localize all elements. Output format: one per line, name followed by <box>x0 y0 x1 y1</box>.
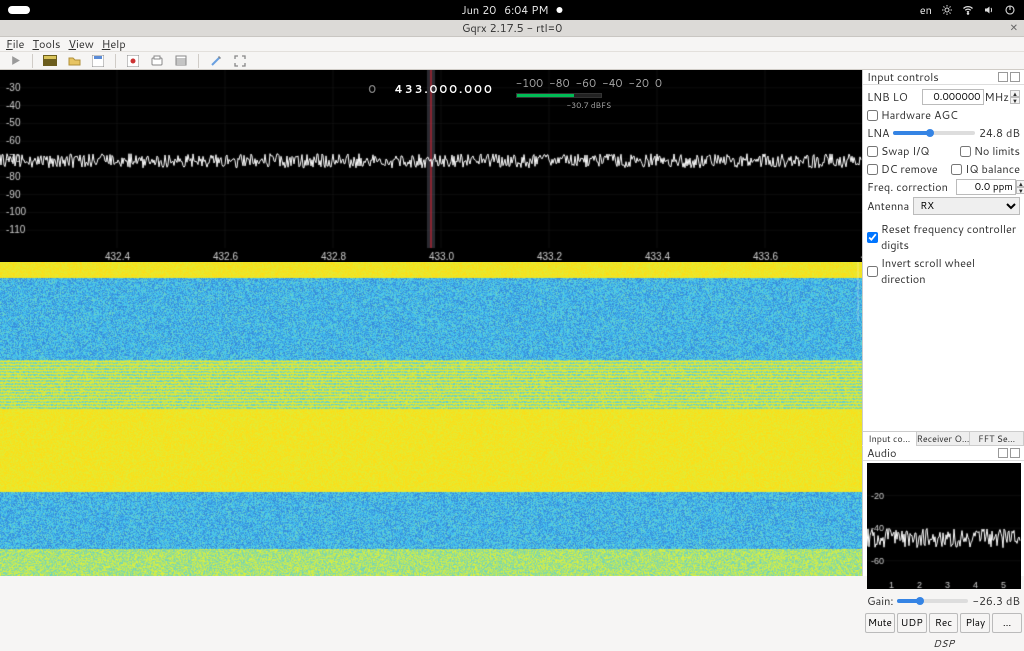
right-tabbar: Input co… Receiver O… FFT Se… <box>863 431 1024 446</box>
iq-balance-checkbox[interactable] <box>951 164 962 175</box>
no-limits-checkbox[interactable] <box>960 146 971 157</box>
record-iq-button[interactable] <box>124 53 142 69</box>
udp-button[interactable]: UDP <box>897 613 927 633</box>
audio-spectrum[interactable] <box>867 463 1021 589</box>
invert-scroll-checkbox[interactable] <box>867 266 878 277</box>
input-controls-titlebar[interactable]: Input controls <box>863 70 1024 85</box>
rec-button[interactable]: Rec <box>929 613 959 633</box>
close-icon[interactable]: ✕ <box>1010 21 1018 35</box>
tab-input-controls[interactable]: Input co… <box>862 431 917 446</box>
separator <box>115 54 116 68</box>
freq-corr-label: Freq. correction <box>867 179 948 195</box>
lna-slider[interactable] <box>893 131 975 135</box>
freq-leading-zero: 0 <box>368 81 378 97</box>
time-label: 6:04 PM <box>504 2 548 18</box>
audio-close-icon[interactable] <box>1010 448 1020 458</box>
waterfall[interactable] <box>0 262 862 576</box>
bookmarks-button[interactable] <box>172 53 190 69</box>
mute-button[interactable]: Mute <box>865 613 895 633</box>
dc-remove-checkbox[interactable] <box>867 164 878 175</box>
play-dsp-button[interactable] <box>6 53 24 69</box>
volume-icon[interactable] <box>982 4 995 17</box>
dsp-label: DSP <box>863 637 1024 651</box>
dock-close-icon[interactable] <box>1010 72 1020 82</box>
save-settings-button[interactable] <box>89 53 107 69</box>
right-sidebar: Input controls LNB LO MHz ▲▼ Hardware AG… <box>862 70 1024 576</box>
menu-file[interactable]: File <box>6 36 24 52</box>
power-icon[interactable] <box>1003 4 1016 17</box>
audio-detach-icon[interactable] <box>998 448 1008 458</box>
antenna-select[interactable]: RX <box>913 197 1020 215</box>
screenshot-button[interactable] <box>148 53 166 69</box>
lna-label: LNA <box>867 125 889 141</box>
meter-bar <box>516 93 602 98</box>
clock-area[interactable]: Jun 20 6:04 PM <box>461 2 562 18</box>
audio-title: Audio <box>867 445 896 461</box>
fc-dn[interactable]: ▼ <box>1016 187 1024 194</box>
keyboard-layout-label[interactable]: en <box>920 2 932 18</box>
lnb-lo-input[interactable] <box>922 89 984 105</box>
brightness-icon[interactable] <box>940 4 953 17</box>
gain-label: Gain: <box>867 593 893 609</box>
menu-tools[interactable]: Tools <box>32 36 60 52</box>
toolbar <box>0 52 1024 70</box>
tools-button[interactable] <box>207 53 225 69</box>
frequency-display[interactable]: 0 433.000.000 <box>0 74 862 101</box>
fullscreen-button[interactable] <box>231 53 249 69</box>
lnb-lo-label: LNB LO <box>867 89 908 105</box>
menu-view[interactable]: View <box>68 36 93 52</box>
gnome-top-bar: Jun 20 6:04 PM en <box>0 0 1024 20</box>
input-controls-panel: LNB LO MHz ▲▼ Hardware AGC LNA 24.8 dB S… <box>863 85 1024 291</box>
window-title: Gqrx 2.17.5 - rtl=0 <box>462 20 562 36</box>
antenna-label: Antenna <box>867 198 909 214</box>
swap-iq-checkbox[interactable] <box>867 146 878 157</box>
reset-freq-checkbox[interactable] <box>867 232 878 243</box>
wifi-icon[interactable] <box>961 4 974 17</box>
lnb-lo-unit: MHz <box>985 89 1010 105</box>
separator <box>198 54 199 68</box>
freq-corr-input[interactable] <box>956 179 1016 195</box>
gain-slider[interactable] <box>897 599 968 603</box>
activities-pill[interactable] <box>8 6 30 14</box>
hw-agc-label: Hardware AGC <box>881 107 958 123</box>
freq-digits: 433.000.000 <box>394 81 493 97</box>
separator <box>32 54 33 68</box>
notification-dot-icon <box>557 7 563 13</box>
meter-value: -30.7 dBFS <box>516 99 662 111</box>
dock-detach-icon[interactable] <box>998 72 1008 82</box>
io-devices-button[interactable] <box>41 53 59 69</box>
audio-titlebar[interactable]: Audio <box>863 446 1024 461</box>
hw-agc-checkbox[interactable] <box>867 110 878 121</box>
signal-meter: -100 -80 -60 -40 -20 0 -30.7 dBFS <box>516 75 662 111</box>
menubar: File Tools View Help <box>0 37 1024 52</box>
plotter-area[interactable]: 0 433.000.000 -100 -80 -60 -40 -20 0 -30… <box>0 70 862 576</box>
date-label: Jun 20 <box>461 2 496 18</box>
tab-fft-settings[interactable]: FFT Se… <box>969 431 1024 446</box>
input-controls-title: Input controls <box>867 69 939 85</box>
menu-help[interactable]: Help <box>102 36 126 52</box>
load-settings-button[interactable] <box>65 53 83 69</box>
window-titlebar[interactable]: Gqrx 2.17.5 - rtl=0 ✕ <box>0 20 1024 37</box>
gain-value: -26.3 dB <box>972 593 1020 609</box>
more-button[interactable]: … <box>992 613 1022 633</box>
tab-receiver-options[interactable]: Receiver O… <box>916 431 971 446</box>
play-button[interactable]: Play <box>960 613 990 633</box>
lnb-dn[interactable]: ▼ <box>1010 97 1020 104</box>
lna-value: 24.8 dB <box>979 125 1020 141</box>
